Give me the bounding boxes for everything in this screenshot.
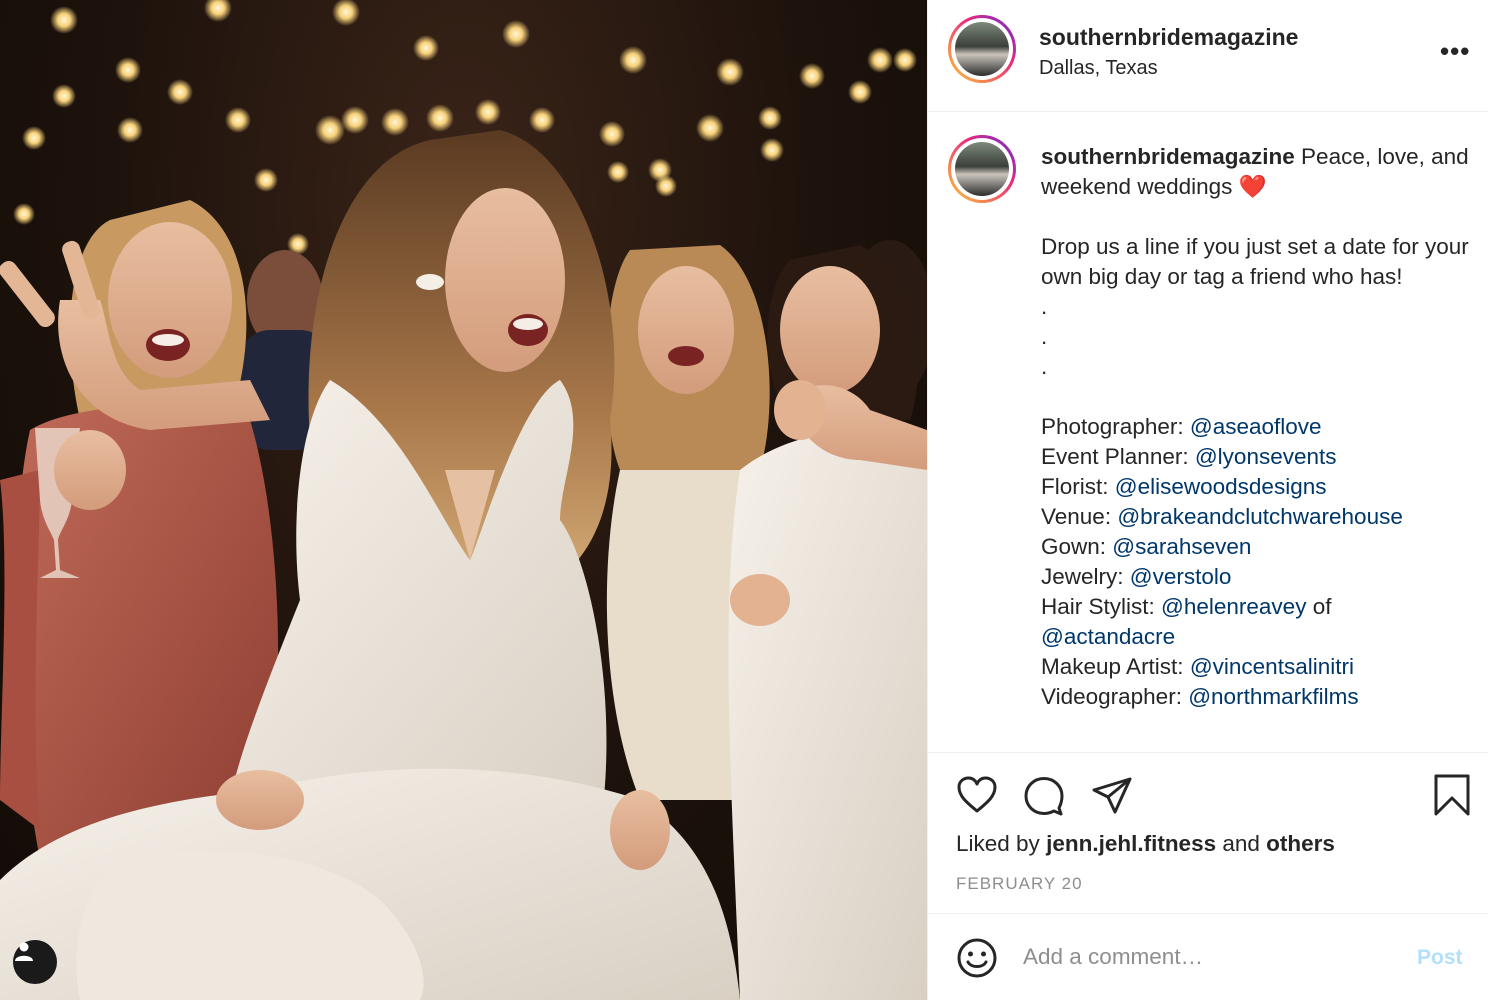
more-options-icon[interactable]: ••• [1440, 36, 1470, 67]
caption-body: Drop us a line if you just set a date fo… [1041, 234, 1469, 379]
author-avatar[interactable] [948, 15, 1016, 83]
wedding-party-photo [0, 0, 927, 1000]
paper-plane-icon[interactable] [1091, 775, 1133, 822]
credit-handle-link[interactable]: @elisewoodsdesigns [1115, 474, 1327, 499]
comment-bubble-icon[interactable] [1023, 775, 1065, 822]
liked-by-others[interactable]: others [1266, 831, 1335, 856]
caption-username[interactable]: southernbridemagazine [1041, 144, 1295, 169]
credit-handle-link[interactable]: @brakeandclutchwarehouse [1117, 504, 1403, 529]
post-comment-button[interactable]: Post [1417, 946, 1463, 970]
credit-hair-stylist: Hair Stylist: @helenreavey of @actandacr… [1041, 594, 1338, 649]
bridesmaid-red-dress [0, 200, 279, 860]
author-username[interactable]: southernbridemagazine [1039, 24, 1298, 51]
credit-gown: Gown: @sarahseven [1041, 534, 1252, 559]
credit-handle-link[interactable]: @northmarkfilms [1188, 684, 1358, 709]
credit-handle-link[interactable]: @sarahseven [1112, 534, 1251, 559]
heart-icon[interactable] [956, 775, 998, 820]
credit-venue: Venue: @brakeandclutchwarehouse [1041, 504, 1403, 529]
post-date[interactable]: FEBRUARY 20 [956, 874, 1083, 894]
tagged-users-button[interactable] [13, 940, 57, 984]
credit-handle-link[interactable]: @aseaoflove [1190, 414, 1322, 439]
credit-handle-link[interactable]: @verstolo [1130, 564, 1232, 589]
likes-summary: Liked by jenn.jehl.fitness and others [956, 831, 1335, 856]
comment-input[interactable] [1023, 939, 1383, 975]
credit-event-planner: Event Planner: @lyonsevents [1041, 444, 1337, 469]
credit-photographer: Photographer: @aseaoflove [1041, 414, 1322, 439]
credit-handle-link[interactable]: @actandacre [1041, 624, 1175, 649]
red-heart-emoji: ❤️ [1238, 174, 1267, 199]
post-location[interactable]: Dallas, Texas [1039, 57, 1158, 80]
credit-jewelry: Jewelry: @verstolo [1041, 564, 1232, 589]
credit-videographer: Videographer: @northmarkfilms [1041, 684, 1359, 709]
caption-area: southernbridemagazine Peace, love, and w… [928, 112, 1488, 752]
credit-handle-link[interactable]: @vincentsalinitri [1190, 654, 1354, 679]
bookmark-icon[interactable] [1432, 773, 1472, 822]
post-actions: Liked by jenn.jehl.fitness and others FE… [928, 752, 1488, 914]
comment-bar: Post [928, 913, 1488, 1000]
credit-florist: Florist: @elisewoodsdesigns [1041, 474, 1327, 499]
liked-by-user[interactable]: jenn.jehl.fitness [1046, 831, 1216, 856]
caption-author-avatar[interactable] [948, 135, 1016, 203]
post-side-panel: southernbridemagazine Dallas, Texas ••• … [927, 0, 1488, 1000]
caption-text: southernbridemagazine Peace, love, and w… [1041, 142, 1471, 712]
post-photo[interactable] [0, 0, 927, 1000]
credit-handle-link[interactable]: @helenreavey [1161, 594, 1306, 619]
post-header: southernbridemagazine Dallas, Texas ••• [928, 0, 1488, 112]
smiley-icon[interactable] [956, 937, 998, 984]
credit-handle-link[interactable]: @lyonsevents [1195, 444, 1337, 469]
credit-makeup-artist: Makeup Artist: @vincentsalinitri [1041, 654, 1354, 679]
user-tag-icon [15, 942, 33, 961]
